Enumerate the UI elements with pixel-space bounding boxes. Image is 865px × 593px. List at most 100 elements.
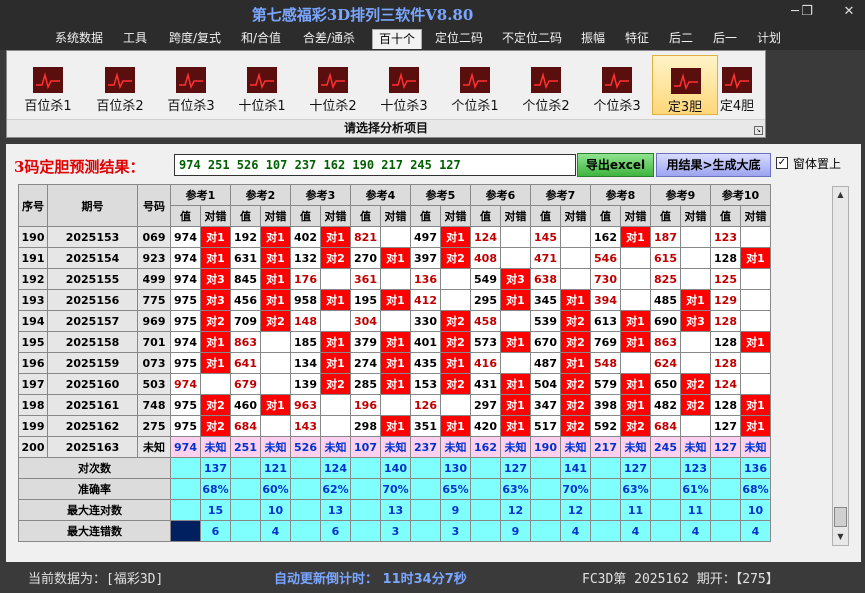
table-row[interactable]: 196 2025159 073 975 对1 641 134 对1 274 对1 435 对1 416 4… [18, 352, 771, 374]
cell-predicted-value: 217 [590, 436, 621, 458]
cell-value: 134 [290, 352, 321, 374]
col-header-seq: 序号 [18, 184, 48, 227]
stats-value: 68% [740, 478, 771, 500]
chart-icon [671, 68, 701, 94]
prediction-row[interactable]: 200 2025163 未知 974 未知 251 未知 526 未知 107 未知 237 未知 162… [18, 436, 771, 458]
cell-hit: 对2 [440, 247, 471, 269]
ribbon-button-label: 个位杀2 [522, 99, 570, 114]
menu-item-5[interactable]: 合差/通杀 [298, 29, 360, 49]
stats-value: 3 [440, 520, 471, 542]
menu-item-4[interactable]: 和/合值 [236, 29, 286, 49]
cell-value: 270 [350, 247, 381, 269]
cell-value: 631 [230, 247, 261, 269]
cell-value: 127 [710, 415, 741, 437]
cell-value: 285 [350, 373, 381, 395]
cell-hit: 对1 [380, 352, 411, 374]
cell-value: 185 [290, 331, 321, 353]
cell-hit: 对1 [620, 310, 651, 332]
stay-on-top-checkbox[interactable]: ✓ [776, 157, 788, 169]
stats-spacer [710, 499, 741, 521]
ribbon-button-4[interactable]: 十位杀1 [229, 55, 295, 115]
stats-spacer [350, 478, 381, 500]
col-header-value: 值 [650, 205, 681, 227]
stats-value: 11 [620, 499, 651, 521]
cell-hit: 对1 [320, 331, 351, 353]
prediction-result-field[interactable]: 974 251 526 107 237 162 190 217 245 127 [174, 154, 576, 176]
menu-item-7[interactable]: 定位二码 [428, 29, 490, 49]
cell-value: 416 [470, 352, 501, 374]
table-row[interactable]: 198 2025161 748 975 对2 460 对1 963 196 126 297 对1 347… [18, 394, 771, 416]
menu-item-12[interactable]: 后一 [708, 29, 742, 49]
table-row[interactable]: 195 2025158 701 974 对1 863 185 对1 379 对1 401 对2 573 对… [18, 331, 771, 353]
menu-item-11[interactable]: 后二 [664, 29, 698, 49]
cell-miss [740, 268, 771, 290]
menu-item-6[interactable]: 百十个 [372, 29, 422, 49]
stats-value: 13 [380, 499, 411, 521]
ribbon-button-2[interactable]: 百位杀2 [87, 55, 153, 115]
cell-miss [740, 226, 771, 248]
table-row[interactable]: 190 2025153 069 974 对1 192 对1 402 对1 821 497 对1 124 1… [18, 226, 771, 248]
cell-seq: 199 [18, 415, 48, 437]
cell-hit: 对2 [440, 373, 471, 395]
stats-value: 10 [260, 499, 291, 521]
cell-value: 297 [470, 394, 501, 416]
menu-item-9[interactable]: 振幅 [576, 29, 610, 49]
table-row[interactable]: 192 2025155 499 974 对3 845 对1 176 361 136 549 对3 638… [18, 268, 771, 290]
ribbon-button-9[interactable]: 个位杀3 [584, 55, 650, 115]
cell-hit: 对1 [500, 394, 531, 416]
ribbon-button-6[interactable]: 十位杀3 [371, 55, 437, 115]
ribbon-button-3[interactable]: 百位杀3 [158, 55, 224, 115]
menu-item-2[interactable]: 工具 [118, 29, 152, 49]
table-row[interactable]: 193 2025156 775 975 对3 456 对1 958 对1 195 对1 412 295 对… [18, 289, 771, 311]
cell-value: 963 [290, 394, 321, 416]
menu-item-3[interactable]: 跨度/复式 [162, 29, 228, 49]
cell-value: 641 [230, 352, 261, 374]
ribbon-button-5[interactable]: 十位杀2 [300, 55, 366, 115]
close-icon[interactable]: ✕ [838, 3, 860, 21]
stats-spacer [350, 457, 381, 479]
menu-item-8[interactable]: 不定位二码 [496, 29, 568, 49]
menu-item-10[interactable]: 特征 [620, 29, 654, 49]
cell-value: 650 [650, 373, 681, 395]
cell-hit: 对2 [680, 373, 711, 395]
menu-item-1[interactable]: 系统数据 [50, 29, 108, 49]
vertical-scrollbar[interactable]: ▲ ▼ [832, 186, 849, 546]
ribbon-button-11[interactable]: 定4胆 [712, 55, 762, 115]
cell-value: 330 [410, 310, 441, 332]
table-row[interactable]: 197 2025160 503 974 679 139 对2 285 对1 153 对2 431 对1 5… [18, 373, 771, 395]
cell-miss [680, 226, 711, 248]
ribbon-button-1[interactable]: 百位杀1 [15, 55, 81, 115]
scroll-down-icon[interactable]: ▼ [833, 529, 848, 545]
export-excel-button[interactable]: 导出excel [577, 153, 654, 177]
col-header-ref-2: 参考2 [230, 184, 291, 206]
menu-item-13[interactable]: 计划 [752, 29, 786, 49]
cell-value: 684 [230, 415, 261, 437]
chart-icon [460, 67, 490, 93]
ribbon-button-10[interactable]: 定3胆 [652, 55, 718, 115]
cell-hit: 对2 [620, 415, 651, 437]
chart-icon [389, 67, 419, 93]
title-bar: 第七感福彩3D排列三软件V8.80 ─ ❐ ✕ [0, 0, 865, 26]
table-row[interactable]: 191 2025154 923 974 对1 631 对1 132 对2 270 对1 397 对2 40… [18, 247, 771, 269]
table-row[interactable]: 199 2025162 275 975 对2 684 143 298 对1 351 对1 420 对1 5… [18, 415, 771, 437]
ribbon-caption: 请选择分析项目 [7, 119, 765, 137]
stats-spacer [530, 478, 561, 500]
ribbon-expand-icon[interactable]: ↘ [754, 126, 763, 135]
table-row[interactable]: 194 2025157 969 975 对2 709 对2 148 304 330 对2 458 539… [18, 310, 771, 332]
scroll-thumb[interactable] [834, 507, 847, 527]
cell-value: 549 [470, 268, 501, 290]
cell-value: 458 [470, 310, 501, 332]
cell-seq: 193 [18, 289, 48, 311]
cell-hit: 对1 [200, 226, 231, 248]
ribbon-button-7[interactable]: 个位杀1 [442, 55, 508, 115]
scroll-up-icon[interactable]: ▲ [833, 187, 848, 203]
cell-value: 125 [710, 268, 741, 290]
cell-miss [560, 268, 591, 290]
cell-hit: 对1 [380, 331, 411, 353]
col-header-value: 值 [530, 205, 561, 227]
stats-value: 10 [740, 499, 771, 521]
generate-base-button[interactable]: 用结果>生成大底 [656, 153, 771, 177]
stats-value: 60% [260, 478, 291, 500]
ribbon-button-8[interactable]: 个位杀2 [513, 55, 579, 115]
maximize-icon[interactable]: ❐ [796, 3, 818, 21]
